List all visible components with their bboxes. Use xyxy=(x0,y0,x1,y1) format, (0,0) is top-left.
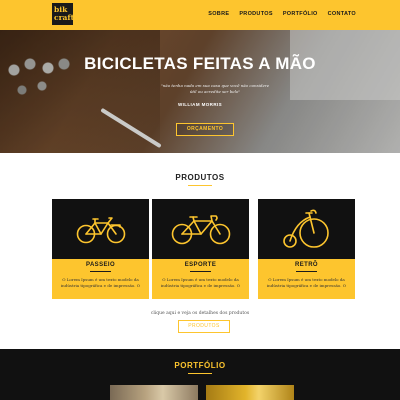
product-icon-box xyxy=(152,199,249,259)
bikcraft-logo[interactable]: bik craft xyxy=(52,3,75,25)
product-label-rule xyxy=(90,271,111,272)
portfolio-section-title: PORTFÓLIO xyxy=(174,361,226,370)
nav-link-portfolio[interactable]: PORTFÓLIO xyxy=(283,11,318,17)
road-bike-icon xyxy=(171,215,230,245)
quote-request-button[interactable]: ORÇAMENTO xyxy=(176,123,234,136)
site-header: bik craft SOBRE PRODUTOS PORTFÓLIO CONTA… xyxy=(0,0,400,30)
product-description: O Lorem Ipsum é um texto modelo da indús… xyxy=(60,277,141,288)
product-label-rule xyxy=(190,271,211,272)
product-label: ESPORTE xyxy=(184,262,217,268)
product-card-esporte[interactable]: ESPORTE O Lorem Ipsum é um texto modelo … xyxy=(152,199,249,299)
product-card-passeio[interactable]: PASSEIO O Lorem Ipsum é um texto modelo … xyxy=(52,199,149,299)
hero-title: BICICLETAS FEITAS A MÃO xyxy=(84,54,316,73)
product-description: O Lorem Ipsum é um texto modelo da indús… xyxy=(266,277,347,288)
product-label: PASSEIO xyxy=(85,262,116,268)
products-button[interactable]: PRODUTOS xyxy=(178,320,230,333)
products-detail-link[interactable]: clique aqui e veja os detalhes dos produ… xyxy=(0,311,400,316)
portfolio-thumbnail[interactable] xyxy=(206,385,294,400)
products-title-rule xyxy=(188,185,212,186)
portfolio-thumbnail[interactable] xyxy=(110,385,198,400)
products-section-title: PRODUTOS xyxy=(175,173,225,182)
product-label-rule xyxy=(296,271,317,272)
hero-quote-author: WILLIAM MORRIS xyxy=(177,102,223,107)
product-card-retro[interactable]: RETRÔ O Lorem Ipsum é um texto modelo da… xyxy=(258,199,355,299)
portfolio-title-rule xyxy=(188,373,212,374)
nav-link-sobre[interactable]: SOBRE xyxy=(208,11,229,17)
city-bike-icon xyxy=(76,217,125,244)
nav-link-produtos[interactable]: PRODUTOS xyxy=(239,11,272,17)
hero-quote: "não tenha nada em sua casa que você não… xyxy=(160,83,270,94)
portfolio-section: PORTFÓLIO xyxy=(0,349,400,400)
main-nav: SOBRE PRODUTOS PORTFÓLIO CONTATO xyxy=(208,11,356,17)
product-label: RETRÔ xyxy=(295,262,318,268)
product-icon-box xyxy=(258,199,355,259)
product-icon-box xyxy=(52,199,149,259)
nav-link-contato[interactable]: CONTATO xyxy=(328,11,356,17)
penny-farthing-icon xyxy=(282,209,329,248)
logo-line-2: craft xyxy=(54,13,75,22)
product-description: O Lorem Ipsum é um texto modelo da indús… xyxy=(160,277,241,288)
